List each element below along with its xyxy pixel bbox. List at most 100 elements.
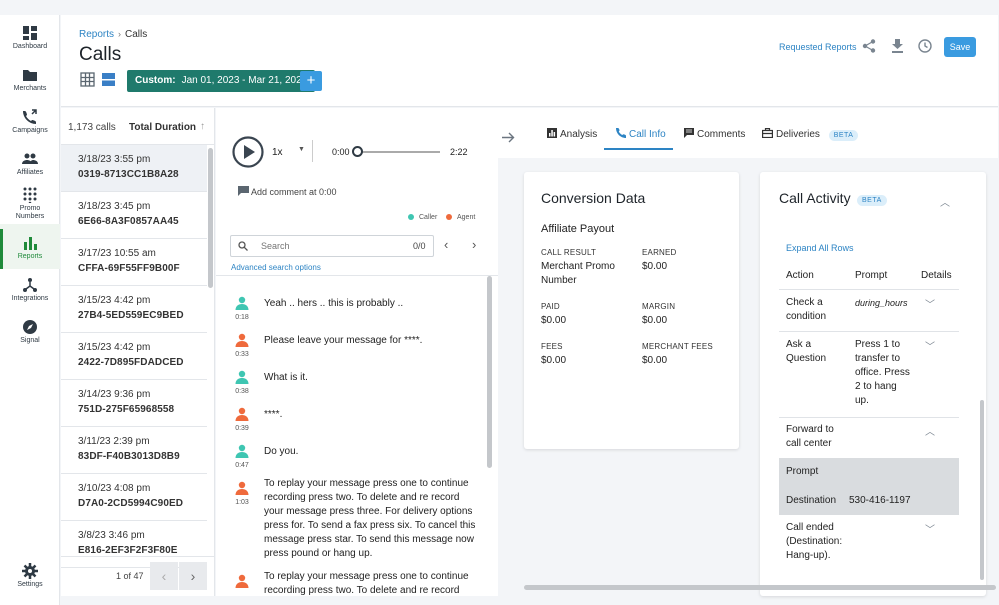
call-list-item[interactable]: 3/15/23 4:42 pm 2422-7D895FDADCED: [61, 333, 207, 380]
call-id: 751D-275F65968558: [78, 404, 175, 415]
compass-icon: [23, 320, 37, 334]
download-icon[interactable]: [891, 39, 904, 53]
call-list-item[interactable]: 3/11/23 2:39 pm 83DF-F40B3013D8B9: [61, 427, 207, 474]
agent-legend-label: Agent: [457, 214, 476, 221]
nav-affiliates[interactable]: Affiliates: [0, 151, 60, 177]
agent-avatar-icon: [235, 481, 249, 495]
call-list-item[interactable]: 3/14/23 9:36 pm 751D-275F65968558: [61, 380, 207, 427]
column-action: Action: [786, 270, 814, 281]
earned-label: EARNED: [642, 248, 677, 257]
save-button[interactable]: Save: [944, 37, 976, 57]
transcript-search-box: 0/0: [230, 235, 434, 257]
date-range-value: Jan 01, 2023 - Mar 21, 2023: [181, 75, 308, 86]
collapse-card-icon[interactable]: ︿: [940, 194, 950, 209]
call-list-item[interactable]: 3/18/23 3:55 pm 0319-8713CC1B8A28: [61, 145, 207, 192]
history-icon[interactable]: [918, 39, 932, 53]
activity-prompt: Press 1 to transfer to office. Press 2 t…: [855, 339, 910, 406]
nav-campaigns[interactable]: Campaigns: [0, 109, 60, 135]
nav-integrations[interactable]: Integrations: [0, 277, 60, 303]
tab-call-info[interactable]: Call Info: [616, 128, 666, 140]
nav-label: Settings: [17, 581, 43, 588]
seek-thumb[interactable]: [352, 146, 363, 157]
call-date: 3/17/23 10:55 am: [78, 248, 156, 259]
call-date: 3/18/23 3:55 pm: [78, 154, 151, 165]
transcript-scrollbar[interactable]: [487, 276, 492, 468]
call-list-item[interactable]: 3/18/23 3:45 pm 6E66-8A3F0857AA45: [61, 192, 207, 239]
next-page-button[interactable]: ›: [179, 562, 207, 590]
breadcrumb-current: Calls: [125, 29, 148, 40]
phone-icon: [616, 128, 626, 138]
tab-label: Call Info: [629, 129, 666, 140]
call-list-item[interactable]: 3/17/23 10:55 am CFFA-69F55FF9B00F: [61, 239, 207, 286]
tab-deliveries[interactable]: Deliveries BETA: [762, 128, 859, 141]
chevron-down-icon[interactable]: ﹀: [925, 296, 935, 311]
table-view-icon[interactable]: [80, 72, 95, 87]
next-match-button[interactable]: ›: [472, 237, 476, 252]
advanced-search-link[interactable]: Advanced search options: [231, 263, 321, 272]
breadcrumb-reports-link[interactable]: Reports: [79, 29, 114, 40]
call-id: D7A0-2CD5994C90ED: [78, 498, 184, 509]
nav-label: Signal: [20, 337, 40, 344]
call-list-item[interactable]: 3/15/23 4:42 pm 27B4-5ED559EC9BED: [61, 286, 207, 333]
merchant-fees-value: $0.00: [642, 355, 668, 366]
horizontal-scrollbar[interactable]: [524, 585, 996, 590]
activity-row[interactable]: Call ended (Destination: Hang-up). ﹀: [779, 515, 959, 575]
activity-scrollbar[interactable]: [980, 400, 984, 580]
message-text: Yeah .. hers .. this is probably ..: [264, 298, 404, 309]
fees-value: $0.00: [541, 355, 567, 366]
chevron-down-icon[interactable]: ﹀: [925, 338, 935, 353]
tab-comments[interactable]: Comments: [684, 128, 745, 140]
chevron-down-icon[interactable]: ﹀: [925, 521, 935, 536]
previous-page-button[interactable]: ‹: [150, 562, 178, 590]
transcript-search-input[interactable]: [261, 239, 391, 253]
message-text: To replay your message press one to cont…: [264, 478, 476, 559]
call-list-item[interactable]: 3/10/23 4:08 pm D7A0-2CD5994C90ED: [61, 474, 207, 521]
date-range-button[interactable]: Custom: Jan 01, 2023 - Mar 21, 2023: [127, 70, 316, 92]
activity-row[interactable]: Check a condition during_hours ﹀: [779, 290, 959, 332]
left-nav: Dashboard Merchants Campaigns Affiliates…: [0, 15, 60, 605]
tab-analysis[interactable]: Analysis: [547, 128, 597, 140]
breadcrumb: Reports › Calls: [79, 28, 147, 40]
call-date: 3/15/23 4:42 pm: [78, 342, 151, 353]
earned-value: $0.00: [642, 261, 668, 272]
call-id: CFFA-69F55FF9B00F: [78, 263, 180, 274]
nav-reports[interactable]: Reports: [0, 229, 60, 269]
add-comment-link[interactable]: Add comment at 0:00: [251, 187, 337, 197]
activity-row[interactable]: Ask a Question Press 1 to transfer to of…: [779, 332, 959, 418]
speed-dropdown-icon[interactable]: ▼: [298, 146, 305, 153]
call-date: 3/10/23 4:08 pm: [78, 483, 151, 494]
activity-table-header: Action Prompt Details: [779, 262, 959, 290]
calls-list-scrollbar[interactable]: [208, 148, 213, 288]
calls-list: 1,173 calls Total Duration ↑ 3/18/23 3:5…: [61, 108, 215, 596]
nav-merchants[interactable]: Merchants: [0, 67, 60, 93]
collapse-arrow-icon[interactable]: [502, 132, 515, 143]
call-id: 6E66-8A3F0857AA45: [78, 216, 179, 227]
sort-arrow-icon[interactable]: ↑: [200, 121, 205, 132]
message-text: Please leave your message for ****.: [264, 335, 423, 346]
list-view-icon[interactable]: [101, 72, 116, 87]
nav-settings[interactable]: Settings: [0, 563, 60, 589]
activity-row[interactable]: Forward to call center ︿: [779, 418, 959, 458]
playback-speed[interactable]: 1x: [272, 147, 283, 158]
expand-all-rows-link[interactable]: Expand All Rows: [786, 243, 854, 253]
call-date: 3/11/23 2:39 pm: [78, 436, 150, 447]
total-time: 2:22: [450, 147, 468, 157]
requested-reports-link[interactable]: Requested Reports: [779, 42, 857, 52]
chevron-up-icon[interactable]: ︿: [925, 423, 935, 438]
add-filter-button[interactable]: +: [300, 71, 322, 91]
nav-signal[interactable]: Signal: [0, 319, 60, 345]
previous-match-button[interactable]: ‹: [444, 237, 448, 252]
nav-dashboard[interactable]: Dashboard: [0, 25, 60, 51]
message-text: To replay your message press one to cont…: [264, 571, 469, 596]
caller-avatar-icon: [235, 370, 249, 384]
conversion-data-card: Conversion Data Affiliate Payout CALL RE…: [524, 172, 739, 449]
call-id: 2422-7D895FDADCED: [78, 357, 184, 368]
share-icon[interactable]: [862, 39, 876, 53]
card-subtitle: Affiliate Payout: [541, 223, 615, 235]
sort-column-label[interactable]: Total Duration: [129, 122, 196, 133]
play-button[interactable]: [232, 136, 264, 168]
page-title: Calls: [79, 44, 122, 65]
nav-promo-numbers[interactable]: Promo Numbers: [0, 187, 60, 221]
seek-track[interactable]: [356, 151, 440, 153]
call-id: 83DF-F40B3013D8B9: [78, 451, 180, 462]
